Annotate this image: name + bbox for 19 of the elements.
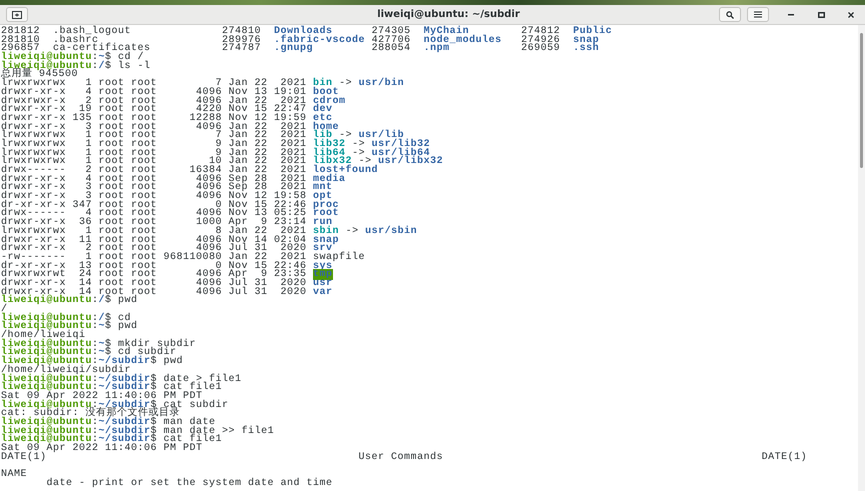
scrollbar[interactable] [858,25,865,491]
scrollbar-thumb[interactable] [860,33,863,168]
menu-icon [754,11,762,18]
search-button[interactable] [719,7,741,22]
terminal-line: date - print or set the system date and time [46,480,334,488]
search-icon [726,10,734,18]
menu-button[interactable] [747,7,769,22]
minimize-icon [788,14,794,16]
terminal-line: /home/liweiqi/subdir [1,366,132,376]
terminal-line: drwxr-xr-x 4 root root 4096 Nov 13 19:01 boot [1,88,340,98]
terminal-line: DATE(1) User Commands DATE(1) [1,454,808,462]
close-icon [848,12,854,18]
new-tab-button[interactable] [6,7,28,22]
new-tab-icon [12,10,22,18]
terminal-line: NAME [1,471,28,480]
window-title: liweiqi@ubuntu: ~/subdir [376,9,521,20]
terminal-line: lrwxrwxrwx 1 root root 8 Jan 22 2021 sbin -> usr/sbin [1,228,418,236]
terminal-line: /home/liweiqi [1,332,86,341]
maximize-icon [818,12,824,18]
